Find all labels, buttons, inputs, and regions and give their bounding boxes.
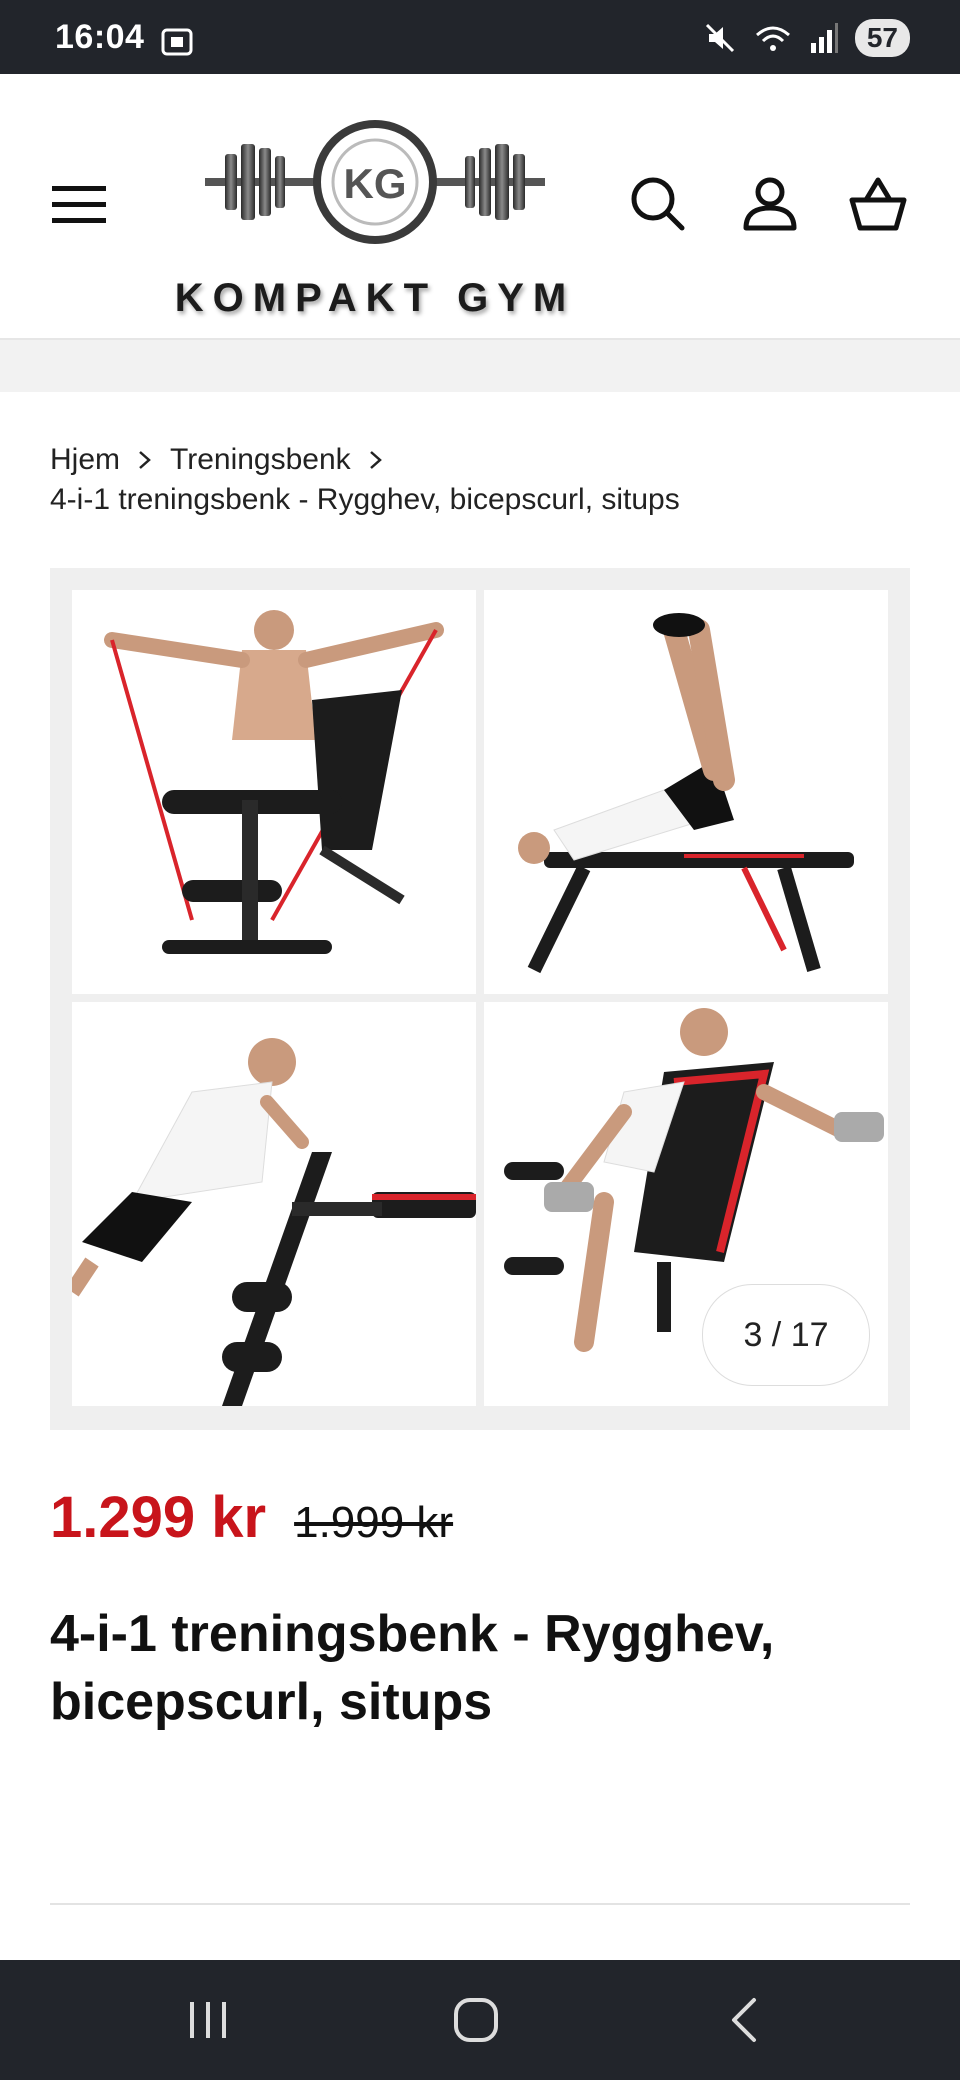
- logo-monogram: KG: [344, 160, 407, 207]
- battery-indicator: 57: [854, 19, 910, 57]
- product-photo: [484, 590, 888, 994]
- status-indicators: 57: [703, 18, 910, 58]
- logo-text: KOMPAKT GYM: [174, 276, 576, 320]
- wifi-icon: [755, 26, 790, 51]
- sale-price: 1.299 kr: [50, 1485, 267, 1550]
- gallery-counter: 3 / 17: [702, 1284, 870, 1386]
- product-gallery[interactable]: 3 / 17: [50, 568, 910, 1430]
- back-icon[interactable]: [716, 1990, 776, 2050]
- product-photo: [72, 1002, 476, 1406]
- recent-apps-icon[interactable]: [178, 1990, 238, 2050]
- status-time: 16:04: [55, 18, 145, 56]
- product-photo: [72, 590, 476, 994]
- breadcrumb-current: 4-i-1 treningsbenk - Rygghev, bicepscurl…: [50, 483, 680, 516]
- basket-icon[interactable]: [848, 174, 908, 234]
- breadcrumb-category[interactable]: Treningsbenk: [170, 440, 351, 480]
- breadcrumb-home[interactable]: Hjem: [50, 440, 120, 480]
- product-image-rowing[interactable]: [72, 590, 476, 994]
- barbell-logo-icon: KG: [205, 120, 545, 244]
- signal-icon: [810, 23, 838, 53]
- product-image-roller[interactable]: [72, 1002, 476, 1406]
- breadcrumb: Hjem Treningsbenk 4-i-1 treningsbenk - R…: [50, 440, 920, 520]
- site-logo[interactable]: KG KOMPAKT GYM: [165, 96, 585, 326]
- price-row: 1.299 kr 1.999 kr: [50, 1484, 453, 1551]
- status-bar: 16:04 57: [0, 0, 960, 74]
- hamburger-menu-icon[interactable]: [52, 182, 106, 228]
- product-image-situps[interactable]: [484, 590, 888, 994]
- mute-icon: [705, 23, 734, 53]
- site-header: KG KOMPAKT GYM: [0, 74, 960, 340]
- compare-price: 1.999 kr: [294, 1498, 454, 1547]
- home-icon[interactable]: [446, 1990, 506, 2050]
- product-title: 4-i-1 treningsbenk - Rygghev, bicepscurl…: [50, 1605, 775, 1731]
- chevron-right-icon: [369, 451, 382, 469]
- search-icon[interactable]: [628, 174, 688, 234]
- system-nav-bar: [0, 1960, 960, 2080]
- screenshot-icon: [161, 28, 193, 56]
- user-icon[interactable]: [740, 174, 800, 234]
- divider: [50, 1903, 910, 1905]
- chevron-right-icon: [139, 451, 151, 469]
- announcement-bar: [0, 340, 960, 392]
